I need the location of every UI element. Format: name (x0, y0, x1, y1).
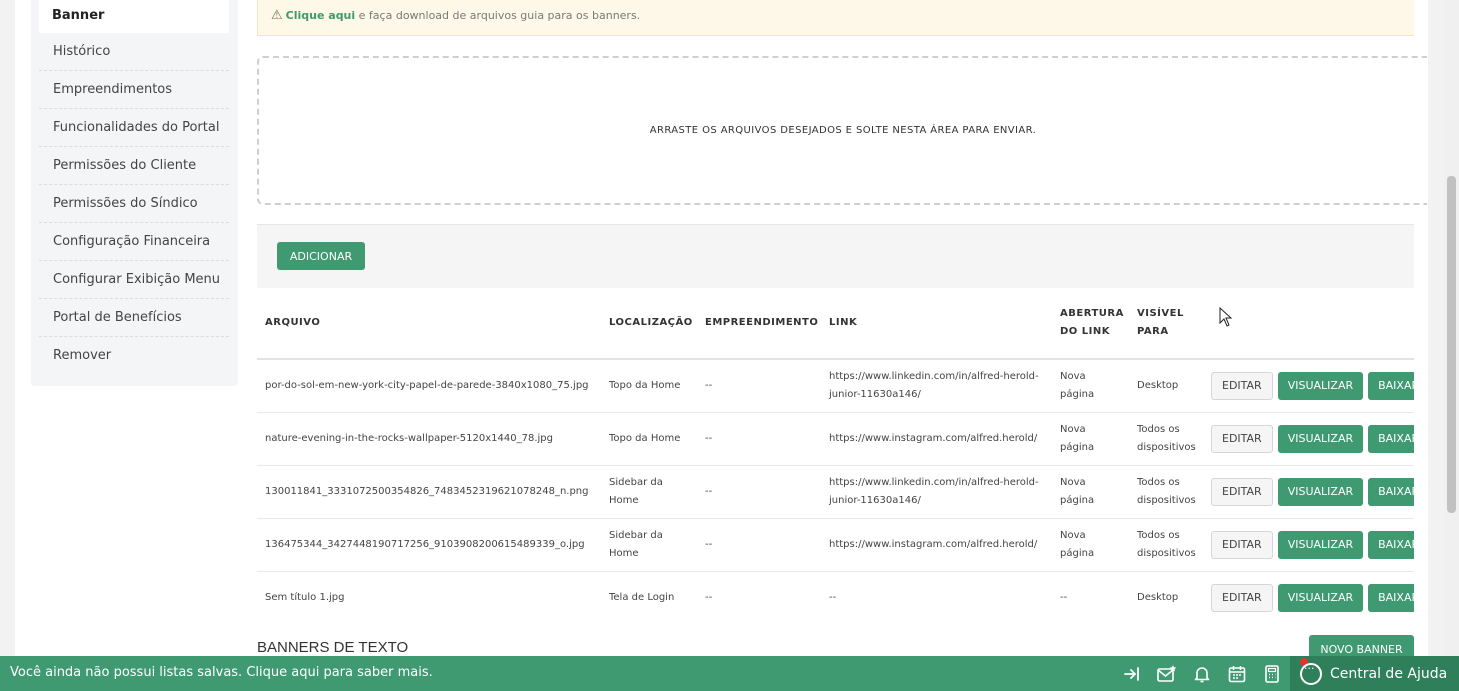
calculator-icon[interactable] (1260, 662, 1284, 686)
cell-visivel: Desktop (1129, 359, 1203, 413)
cell-empreendimento: -- (697, 518, 821, 572)
table-row: nature-evening-in-the-rocks-wallpaper-51… (257, 412, 1414, 466)
file-dropzone[interactable]: ARRASTE OS ARQUIVOS DESEJADOS E SOLTE NE… (257, 56, 1427, 205)
edit-button[interactable]: EDITAR (1211, 530, 1273, 559)
upload-toolbar: ADICIONAR (257, 224, 1414, 288)
bell-icon[interactable] (1190, 662, 1214, 686)
cell-link: https://www.linkedin.com/in/alfred-herol… (821, 465, 1052, 519)
cell-link: https://www.linkedin.com/in/alfred-herol… (821, 359, 1052, 413)
cell-arquivo: 130011841_3331072500354826_7483452319621… (257, 465, 601, 519)
cell-visivel: Todos os dispositivos (1129, 518, 1203, 572)
cell-abertura: Nova página (1052, 359, 1129, 413)
view-button[interactable]: VISUALIZAR (1277, 477, 1364, 506)
col-arquivo[interactable]: ARQUIVO (257, 288, 601, 360)
cell-localizacao: Topo da Home (601, 412, 697, 466)
cell-empreendimento: -- (697, 412, 821, 466)
sidebar-item-banner[interactable]: Banner (39, 0, 229, 33)
cell-arquivo: Sem título 1.jpg (257, 571, 601, 623)
table-row: 136475344_3427448190717256_9103908200615… (257, 518, 1414, 572)
cell-actions: EDITARVISUALIZARBAIXAR (1203, 571, 1414, 623)
cell-link: https://www.instagram.com/alfred.herold/ (821, 518, 1052, 572)
sidebar-item-permissoes-cliente[interactable]: Permissões do Cliente (39, 147, 229, 185)
download-button[interactable]: BAIXAR (1368, 424, 1414, 453)
calendar-icon[interactable] (1225, 662, 1249, 686)
download-button[interactable]: BAIXAR (1368, 477, 1414, 506)
cell-visivel: Desktop (1129, 571, 1203, 623)
sidebar-item-historico[interactable]: Histórico (39, 33, 229, 71)
chat-icon (1300, 662, 1322, 685)
download-button[interactable]: BAIXAR (1368, 530, 1414, 559)
page-scrollbar[interactable] (1444, 0, 1459, 691)
banners-table-container: ARQUIVO LOCALIZAÇÃO EMPREENDIMENTO LINK … (257, 288, 1414, 623)
text-banners-title: BANNERS DE TEXTO (257, 639, 409, 656)
sidebar-item-configuracao-financeira[interactable]: Configuração Financeira (39, 223, 229, 261)
cell-abertura: -- (1052, 571, 1129, 623)
edit-button[interactable]: EDITAR (1211, 583, 1273, 612)
col-visivel[interactable]: VISÍVEL PARA (1129, 288, 1203, 360)
table-row: Sem título 1.jpg Tela de Login -- -- -- … (257, 571, 1414, 623)
cell-empreendimento: -- (697, 359, 821, 413)
cell-abertura: Nova página (1052, 465, 1129, 519)
warning-icon: ⚠ (271, 8, 283, 23)
download-guide-link[interactable]: Clique aqui (286, 9, 356, 22)
cell-actions: EDITARVISUALIZARBAIXAR (1203, 412, 1414, 466)
cell-abertura: Nova página (1052, 518, 1129, 572)
notice-text: e faça download de arquivos guia para os… (355, 9, 641, 22)
cell-abertura: Nova página (1052, 412, 1129, 466)
edit-button[interactable]: EDITAR (1211, 424, 1273, 453)
mail-star-icon[interactable] (1155, 662, 1179, 686)
col-actions (1203, 288, 1414, 360)
col-localizacao[interactable]: LOCALIZAÇÃO (601, 288, 697, 360)
login-arrow-icon[interactable] (1120, 662, 1144, 686)
view-button[interactable]: VISUALIZAR (1277, 583, 1364, 612)
sidebar-list: Histórico Empreendimentos Funcionalidade… (39, 33, 229, 375)
table-row: 130011841_3331072500354826_7483452319621… (257, 465, 1414, 519)
col-link[interactable]: LINK (821, 288, 1052, 360)
col-abertura[interactable]: ABERTURA DO LINK (1052, 288, 1129, 360)
cell-localizacao: Sidebar da Home (601, 465, 697, 519)
sidebar-item-empreendimentos[interactable]: Empreendimentos (39, 71, 229, 109)
view-button[interactable]: VISUALIZAR (1277, 530, 1364, 559)
sidebar-item-portal-beneficios[interactable]: Portal de Benefícios (39, 299, 229, 337)
download-guide-notice: ⚠ Clique aqui e faça download de arquivos… (257, 0, 1414, 36)
sidebar-item-permissoes-sindico[interactable]: Permissões do Síndico (39, 185, 229, 223)
view-button[interactable]: VISUALIZAR (1277, 424, 1364, 453)
cell-actions: EDITARVISUALIZARBAIXAR (1203, 465, 1414, 519)
cell-localizacao: Topo da Home (601, 359, 697, 413)
banners-table: ARQUIVO LOCALIZAÇÃO EMPREENDIMENTO LINK … (257, 288, 1414, 623)
settings-sidebar: Banner Histórico Empreendimentos Funcion… (31, 0, 238, 386)
edit-button[interactable]: EDITAR (1211, 477, 1273, 506)
view-button[interactable]: VISUALIZAR (1277, 371, 1364, 400)
cell-visivel: Todos os dispositivos (1129, 465, 1203, 519)
cell-localizacao: Sidebar da Home (601, 518, 697, 572)
edit-button[interactable]: EDITAR (1211, 371, 1273, 400)
help-center-button[interactable]: Central de Ajuda (1290, 656, 1459, 691)
sidebar-item-funcionalidades[interactable]: Funcionalidades do Portal (39, 109, 229, 147)
dropzone-text: ARRASTE OS ARQUIVOS DESEJADOS E SOLTE NE… (649, 125, 1037, 136)
mouse-cursor-icon (1219, 306, 1233, 331)
table-header-row: ARQUIVO LOCALIZAÇÃO EMPREENDIMENTO LINK … (257, 288, 1414, 360)
cell-link: https://www.instagram.com/alfred.herold/ (821, 412, 1052, 466)
cell-localizacao: Tela de Login (601, 571, 697, 623)
cell-empreendimento: -- (697, 465, 821, 519)
saved-lists-message[interactable]: Você ainda não possui listas salvas. Cli… (10, 665, 433, 680)
cell-actions: EDITARVISUALIZARBAIXAR (1203, 359, 1414, 413)
cell-visivel: Todos os dispositivos (1129, 412, 1203, 466)
sidebar-item-remover[interactable]: Remover (39, 337, 229, 375)
cell-link: -- (821, 571, 1052, 623)
cell-empreendimento: -- (697, 571, 821, 623)
scrollbar-thumb[interactable] (1447, 176, 1456, 513)
cell-arquivo: por-do-sol-em-new-york-city-papel-de-par… (257, 359, 601, 413)
download-button[interactable]: BAIXAR (1368, 583, 1414, 612)
table-row: por-do-sol-em-new-york-city-papel-de-par… (257, 359, 1414, 413)
bottom-status-bar: Você ainda não possui listas salvas. Cli… (0, 656, 1459, 691)
col-empreendimento[interactable]: EMPREENDIMENTO (697, 288, 821, 360)
download-button[interactable]: BAIXAR (1368, 371, 1414, 400)
cell-arquivo: nature-evening-in-the-rocks-wallpaper-51… (257, 412, 601, 466)
add-button[interactable]: ADICIONAR (277, 242, 365, 270)
sidebar-item-configurar-menu[interactable]: Configurar Exibição Menu (39, 261, 229, 299)
cell-actions: EDITARVISUALIZARBAIXAR (1203, 518, 1414, 572)
cell-arquivo: 136475344_3427448190717256_9103908200615… (257, 518, 601, 572)
help-center-label: Central de Ajuda (1330, 665, 1448, 682)
